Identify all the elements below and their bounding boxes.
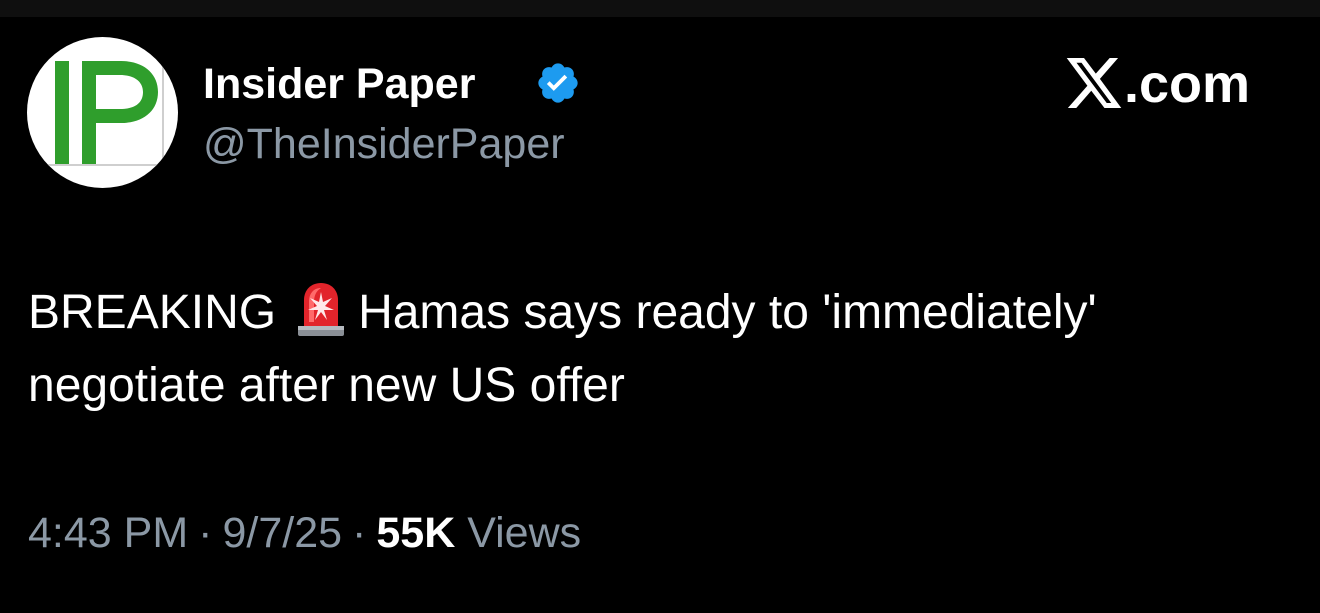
views-label: Views xyxy=(467,509,582,557)
site-domain: .com xyxy=(1124,54,1251,114)
tweet-line-2: negotiate after new US offer xyxy=(28,359,625,412)
tweet-date[interactable]: 9/7/25 xyxy=(222,509,342,557)
tweet-meta: 4:43 PM · 9/7/25 · 55K Views xyxy=(28,503,581,563)
verified-badge-icon xyxy=(538,63,578,103)
top-bar xyxy=(0,0,1320,17)
views-count: 55K xyxy=(376,509,456,557)
x-logo-icon xyxy=(1066,58,1122,108)
siren-icon xyxy=(298,283,345,336)
tweet-time[interactable]: 4:43 PM xyxy=(28,509,188,557)
tweet-suffix: Hamas says ready to 'immediately' xyxy=(358,286,1097,339)
tweet-text: BREAKING Hamas says ready to 'immediatel… xyxy=(28,276,1308,422)
meta-separator: · xyxy=(198,509,213,557)
tweet-prefix: BREAKING xyxy=(28,286,277,339)
tweet-line-1: BREAKING Hamas says ready to 'immediatel… xyxy=(28,276,1308,349)
display-name[interactable]: Insider Paper xyxy=(203,58,475,110)
handle[interactable]: @TheInsiderPaper xyxy=(203,118,565,170)
meta-separator: · xyxy=(352,509,367,557)
x-com-label: .com xyxy=(1066,56,1250,112)
avatar[interactable] xyxy=(27,37,178,188)
insider-paper-logo xyxy=(44,61,164,166)
